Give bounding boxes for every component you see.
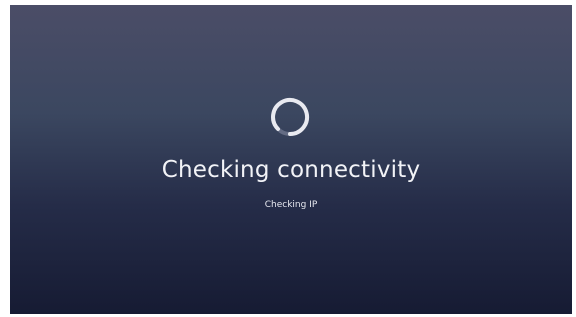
loading-spinner-icon (271, 98, 310, 136)
status-text: Checking IP (264, 200, 318, 210)
page-title: Checking connectivity (161, 157, 421, 183)
connectivity-check-screen: Checking connectivity Checking IP (10, 5, 572, 314)
